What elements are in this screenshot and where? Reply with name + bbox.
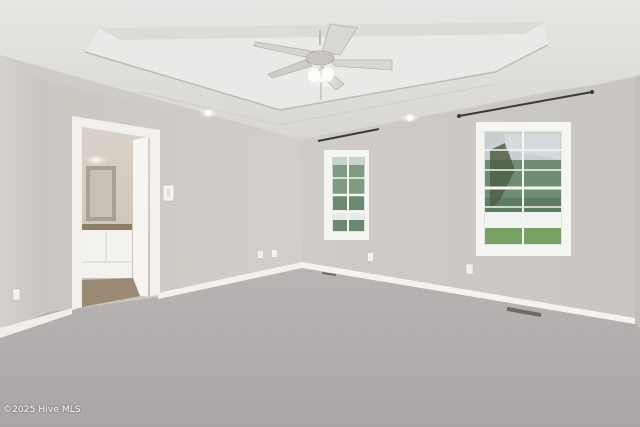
vanity-countertop [82, 224, 132, 230]
empty-bedroom-photo: ©2025 Hive MLS [0, 0, 640, 427]
vanity-cabinet [82, 230, 132, 278]
window-left [324, 150, 369, 240]
mls-watermark: ©2025 Hive MLS [3, 405, 81, 415]
left-wall [0, 55, 48, 332]
outlet-mid-2 [272, 250, 277, 257]
outlet-mid-1 [258, 251, 263, 258]
fan-motor [305, 50, 335, 66]
outlet-back [368, 253, 373, 261]
vanity-light [84, 155, 108, 165]
window-right [476, 122, 571, 256]
room-illustration [0, 0, 640, 427]
open-door [133, 137, 148, 297]
outlet-left [12, 288, 21, 301]
outlet-right [465, 263, 474, 275]
